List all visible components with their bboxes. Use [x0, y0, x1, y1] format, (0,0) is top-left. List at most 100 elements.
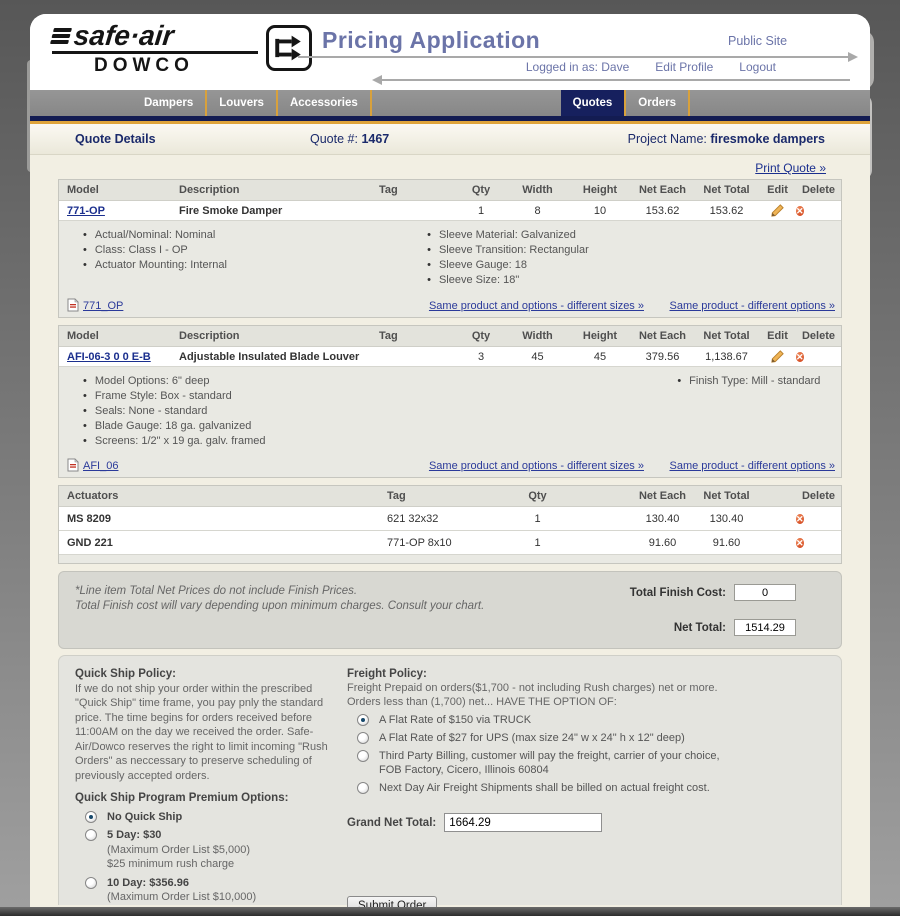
safeair-dowco-logo: safe·air DOWCO [52, 21, 312, 77]
table-row: 771-OP Fire Smoke Damper 1 8 10 153.62 1… [59, 201, 841, 221]
total-finish-cost-input[interactable] [734, 584, 796, 601]
tab-louvers[interactable]: Louvers [207, 90, 276, 116]
delete-icon[interactable]: ✕ [796, 514, 804, 524]
quick-ship-column: Quick Ship Policy: If we do not ship you… [75, 667, 331, 908]
radio-flat-rate-ups[interactable] [357, 732, 369, 744]
main-navbar: Dampers Louvers Accessories Quotes Order… [30, 90, 870, 116]
quote-item-card: Model Description Tag Qty Width Height N… [58, 179, 842, 318]
app-window: safe·air DOWCO Pricing Application [30, 14, 870, 908]
same-product-sizes-link[interactable]: Same product and options - different siz… [429, 460, 644, 472]
model-link[interactable]: AFI-06-3 0 0 E-B [67, 351, 151, 363]
table-row: GND 221 771-OP 8x10 1 91.60 91.60 ✕ [59, 531, 841, 555]
detail-item: Blade Gauge: 18 ga. galvanized [83, 419, 841, 433]
public-site-link[interactable]: Public Site [728, 34, 787, 48]
quickship-option-row: 10 Day: $356.96 (Maximum Order List $10,… [75, 876, 331, 909]
radio-flat-rate-truck[interactable] [357, 714, 369, 726]
arrow-left-icon [382, 79, 850, 81]
project-name: Project Name: firesmoke dampers [628, 132, 825, 146]
quickship-option-row: 5 Day: $30 (Maximum Order List $5,000) $… [75, 828, 331, 872]
item-height: 10 [569, 205, 631, 217]
same-product-sizes-link[interactable]: Same product and options - different siz… [429, 300, 644, 312]
tab-orders[interactable]: Orders [626, 90, 688, 116]
quote-item-card: Model Description Tag Qty Width Height N… [58, 325, 842, 478]
item-table-header: Model Description Tag Qty Width Height N… [59, 180, 841, 201]
radio-no-quick-ship[interactable] [85, 811, 97, 823]
tab-accessories[interactable]: Accessories [278, 90, 370, 116]
edit-pencil-icon[interactable] [770, 349, 785, 364]
navbar-spacer [372, 90, 561, 116]
page-header: safe·air DOWCO Pricing Application [30, 14, 870, 90]
item-description: Adjustable Insulated Blade Louver [179, 351, 379, 363]
net-total-input[interactable] [734, 619, 796, 636]
table-row: MS 8209 621 32x32 1 130.40 130.40 ✕ [59, 507, 841, 531]
radio-next-day-air[interactable] [357, 782, 369, 794]
item-width: 45 [506, 351, 569, 363]
tab-quotes[interactable]: Quotes [561, 90, 625, 116]
actuator-qty: 1 [506, 513, 569, 525]
pdf-icon [67, 298, 79, 312]
content-area: Quote Details Quote #: 1467 Project Name… [30, 124, 870, 908]
item-qty: 3 [456, 351, 506, 363]
actuator-name: MS 8209 [59, 513, 379, 525]
user-links: Logged in as: Dave Edit Profile Logout [526, 60, 776, 74]
pdf-document-link[interactable]: 771_OP [67, 298, 123, 312]
item-links-row: AFI_06 Same product and options - differ… [59, 453, 841, 477]
item-net-total: 153.62 [694, 205, 759, 217]
item-links-row: 771_OP Same product and options - differ… [59, 293, 841, 317]
tab-dampers[interactable]: Dampers [132, 90, 205, 116]
actuator-name: GND 221 [59, 537, 379, 549]
detail-list-right: Sleeve Material: Galvanized Sleeve Trans… [427, 228, 589, 288]
item-net-each: 379.56 [631, 351, 694, 363]
detail-item: Sleeve Size: 18" [427, 273, 589, 287]
grand-net-total-label: Grand Net Total: [347, 817, 436, 829]
delete-icon[interactable]: ✕ [796, 352, 804, 362]
quick-ship-policy-text: If we do not ship your order within the … [75, 682, 331, 784]
item-detail-bullets: Actual/Nominal: Nominal Class: Class I -… [59, 221, 841, 293]
detail-item: Sleeve Gauge: 18 [427, 258, 589, 272]
actuator-net-each: 91.60 [631, 537, 694, 549]
delete-icon[interactable]: ✕ [796, 538, 804, 548]
grand-net-total-input[interactable] [444, 813, 602, 832]
actuator-net-total: 91.60 [694, 537, 759, 549]
detail-item: Screens: 1/2" x 19 ga. galv. framed [83, 434, 841, 448]
actuator-net-each: 130.40 [631, 513, 694, 525]
item-width: 8 [506, 205, 569, 217]
item-net-total: 1,138.67 [694, 351, 759, 363]
radio-10-day[interactable] [85, 877, 97, 889]
pdf-document-link[interactable]: AFI_06 [67, 458, 118, 472]
same-product-options-link[interactable]: Same product - different options » [669, 460, 835, 472]
logo-text-block: safe·air DOWCO [52, 21, 258, 77]
item-qty: 1 [456, 205, 506, 217]
edit-pencil-icon[interactable] [770, 203, 785, 218]
freight-option-row: Third Party Billing, customer will pay t… [347, 749, 835, 777]
brand-subname: DOWCO [94, 54, 258, 77]
freight-policy-line1: Freight Prepaid on orders($1,700 - not i… [347, 681, 835, 695]
logged-in-as-label: Logged in as: Dave [526, 60, 629, 74]
detail-item: Frame Style: Box - standard [83, 389, 841, 403]
logout-link[interactable]: Logout [739, 60, 776, 74]
freight-policy-line2: Orders less than (1,700) net... HAVE THE… [347, 695, 835, 709]
detail-item: Sleeve Transition: Rectangular [427, 243, 589, 257]
actuators-table-header: Actuators Tag Qty Net Each Net Total Del… [59, 486, 841, 507]
premium-options-title: Quick Ship Program Premium Options: [75, 791, 331, 806]
logo-stacked-bars-icon [50, 28, 72, 44]
edit-profile-link[interactable]: Edit Profile [655, 60, 713, 74]
delete-icon[interactable]: ✕ [796, 206, 804, 216]
radio-third-party-billing[interactable] [357, 750, 369, 762]
policies-panel: Quick Ship Policy: If we do not ship you… [58, 655, 842, 905]
actuators-card: Actuators Tag Qty Net Each Net Total Del… [58, 485, 842, 564]
logo-arrows-icon [266, 25, 312, 71]
model-link[interactable]: 771-OP [67, 205, 105, 217]
print-quote-link[interactable]: Print Quote » [755, 161, 826, 175]
quote-details-title: Quote Details [75, 132, 156, 146]
net-total-label: Net Total: [674, 622, 726, 634]
detail-list-right: Finish Type: Mill - standard [677, 374, 820, 389]
bottom-edge-bar [0, 907, 900, 916]
same-product-options-link[interactable]: Same product - different options » [669, 300, 835, 312]
detail-item: Seals: None - standard [83, 404, 841, 418]
radio-5-day[interactable] [85, 829, 97, 841]
item-height: 45 [569, 351, 631, 363]
actuator-qty: 1 [506, 537, 569, 549]
total-finish-cost-row: Total Finish Cost: [630, 584, 796, 601]
item-net-each: 153.62 [631, 205, 694, 217]
